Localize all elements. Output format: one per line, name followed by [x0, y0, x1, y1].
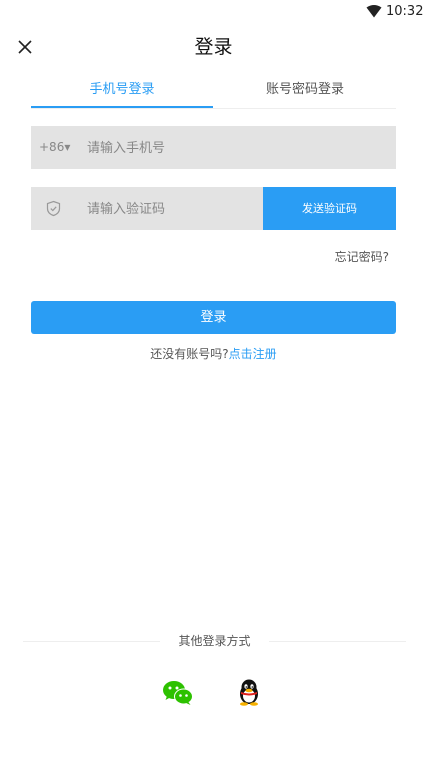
country-code-select[interactable]: +86▾ [39, 126, 70, 169]
status-bar: 10:32 [0, 0, 427, 24]
forgot-password-link[interactable]: 忘记密码? [335, 249, 389, 265]
page-title: 登录 [194, 36, 233, 58]
register-prompt-text: 还没有账号吗? [150, 347, 229, 361]
header: 登录 [0, 28, 427, 68]
login-tabs: 手机号登录 账号密码登录 [31, 76, 396, 109]
status-time: 10:32 [386, 4, 424, 19]
send-code-button[interactable]: 发送验证码 [263, 187, 396, 230]
phone-input[interactable] [85, 126, 389, 171]
register-link[interactable]: 点击注册 [229, 347, 277, 361]
tab-password-login[interactable]: 账号密码登录 [214, 76, 396, 106]
wechat-icon[interactable] [162, 680, 194, 706]
login-button[interactable]: 登录 [31, 301, 396, 334]
other-login-divider: 其他登录方式 [23, 632, 406, 652]
divider-right [269, 641, 406, 642]
verification-code-input[interactable] [85, 187, 259, 232]
wifi-icon [366, 5, 382, 18]
code-field-row: 发送验证码 [31, 187, 396, 232]
register-prompt: 还没有账号吗?点击注册 [0, 346, 427, 362]
qq-icon[interactable] [237, 678, 261, 706]
shield-check-icon [46, 200, 61, 217]
tab-phone-login[interactable]: 手机号登录 [31, 76, 213, 108]
login-page: 10:32 登录 手机号登录 账号密码登录 +86▾ 发送验证码 忘记密码? 登… [0, 0, 427, 759]
phone-field-row: +86▾ [31, 126, 396, 171]
